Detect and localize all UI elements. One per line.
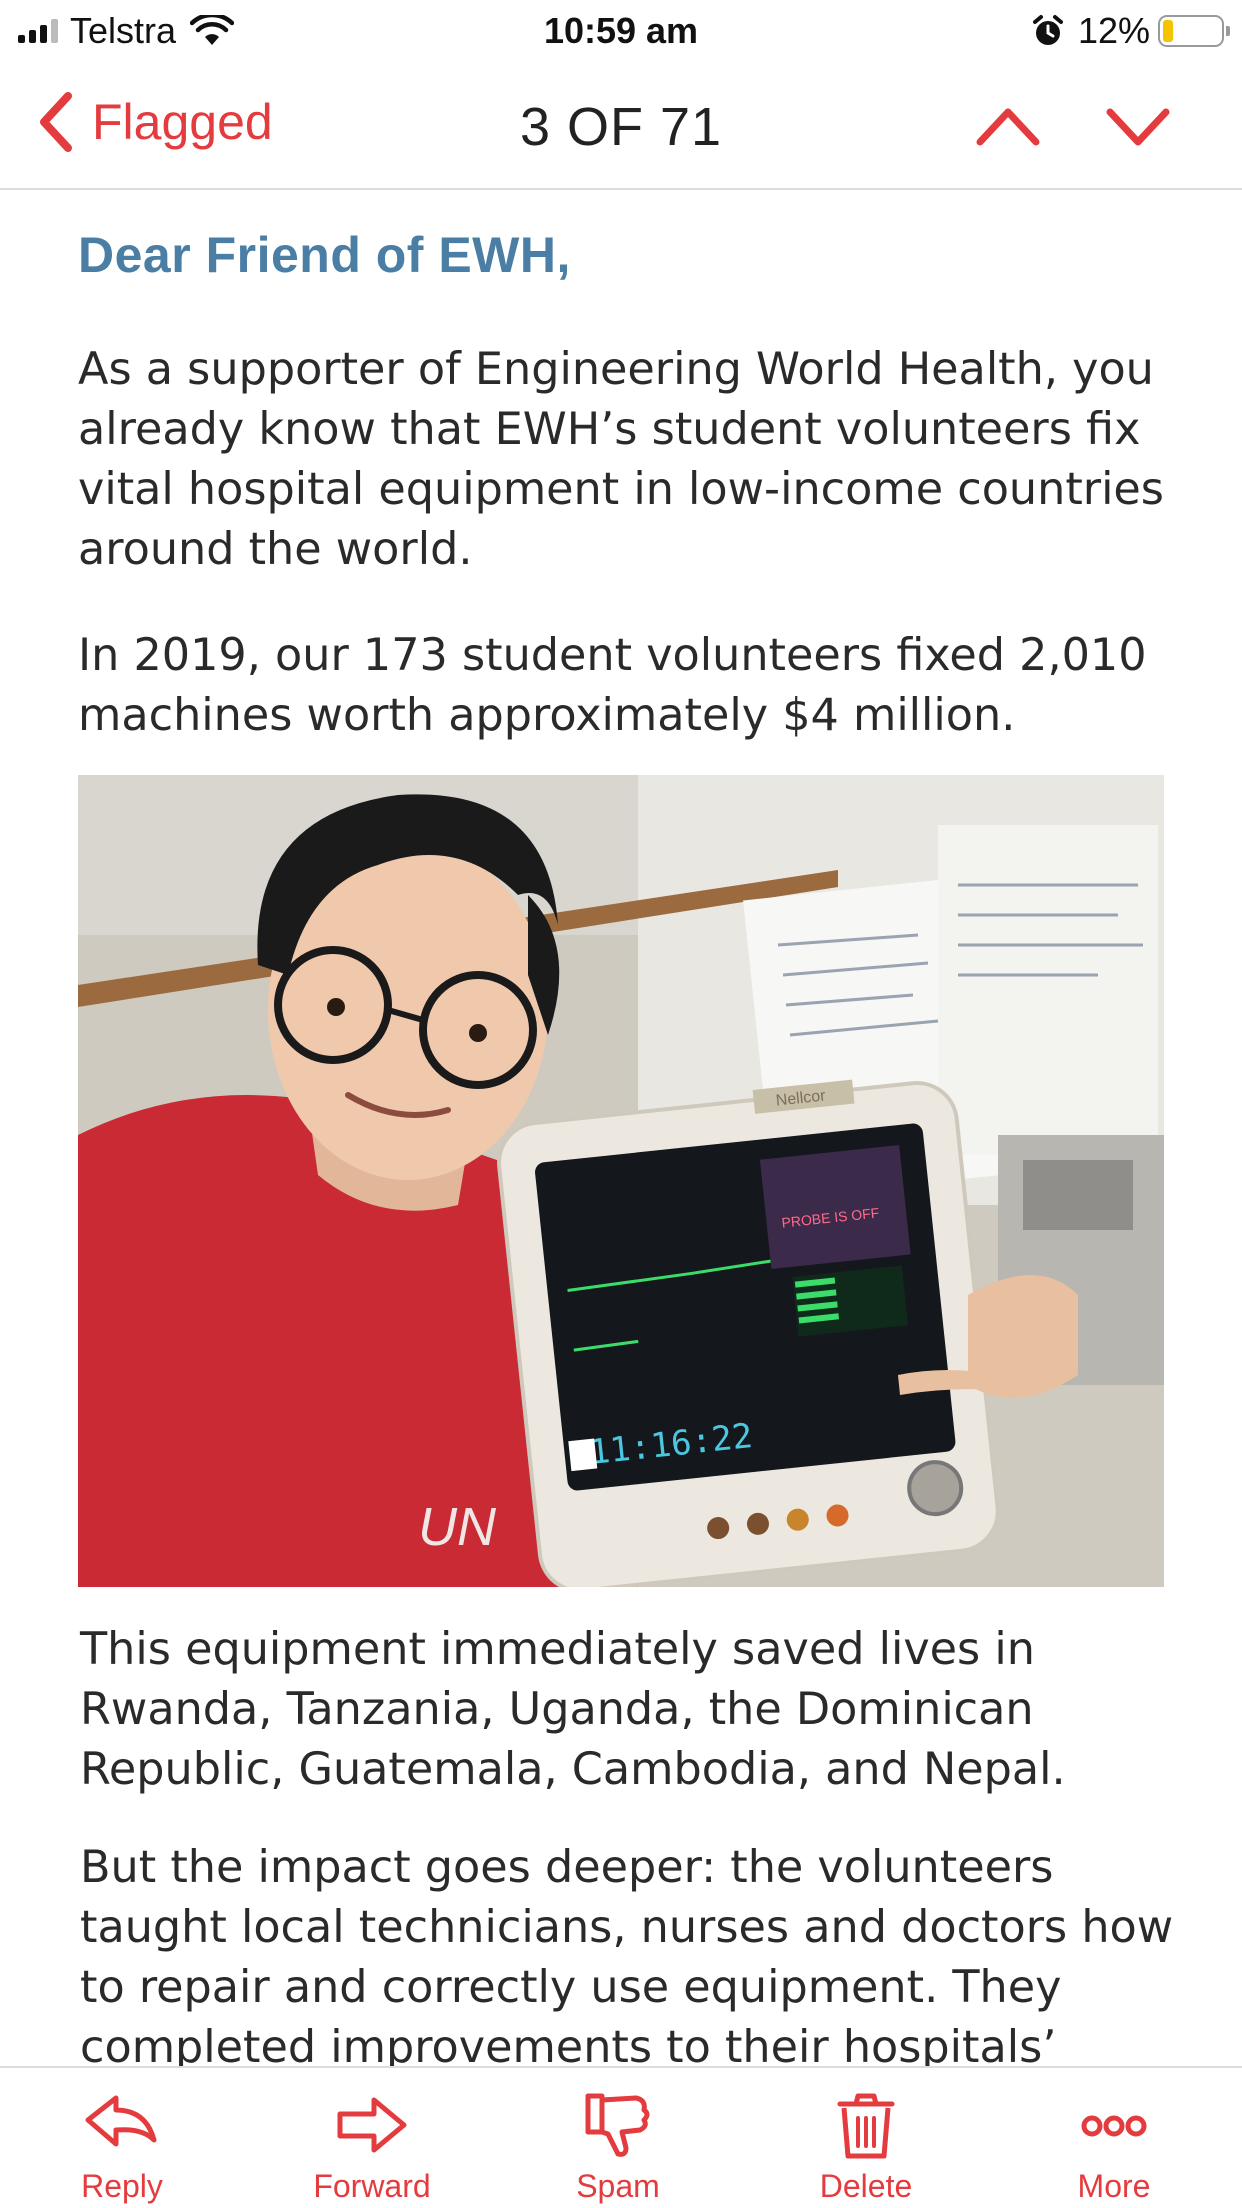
- reply-icon: [85, 2095, 157, 2147]
- email-paragraph: But the impact goes deeper: the voluntee…: [80, 1842, 1174, 2066]
- trash-icon: [837, 2093, 895, 2159]
- more-button[interactable]: More: [1024, 2090, 1204, 2205]
- email-paragraph: As a supporter of Engineering World Heal…: [78, 344, 1164, 575]
- chevron-down-icon[interactable]: [1106, 98, 1170, 154]
- status-right: 12%: [1032, 10, 1230, 52]
- email-paragraph: This equipment immediately saved lives i…: [80, 1624, 1066, 1795]
- message-counter: 3 OF 71: [519, 97, 723, 157]
- status-bar: Telstra 10:59 am 12%: [0, 0, 1242, 62]
- email-greeting: Dear Friend of EWH,: [78, 227, 571, 283]
- battery-icon: [1158, 15, 1230, 47]
- battery-percent: 12%: [1077, 10, 1150, 51]
- delete-button[interactable]: Delete: [776, 2090, 956, 2205]
- volunteer-photo-illustration: UN Nellcor PROBE IS OFF 11:16:22: [78, 775, 1164, 1587]
- delete-label: Delete: [819, 2168, 913, 2204]
- thumbs-down-icon: [585, 2093, 650, 2157]
- reply-label: Reply: [81, 2168, 163, 2204]
- forward-button[interactable]: Forward: [282, 2090, 462, 2205]
- more-dots-icon: [1081, 2115, 1147, 2137]
- shirt-text: UN: [418, 1497, 497, 1557]
- email-paragraph: In 2019, our 173 student volunteers fixe…: [78, 630, 1147, 741]
- spam-button[interactable]: Spam: [528, 2090, 708, 2205]
- volunteer-photo: UN Nellcor PROBE IS OFF 11:16:22: [78, 775, 1164, 1587]
- spam-label: Spam: [576, 2168, 660, 2204]
- reply-button[interactable]: Reply: [32, 2090, 212, 2205]
- battery-fill: [1163, 20, 1173, 42]
- mail-action-toolbar: Reply Forward Spam Delete More: [0, 2066, 1242, 2208]
- forward-label: Forward: [313, 2168, 431, 2204]
- more-label: More: [1077, 2168, 1151, 2204]
- alarm-icon: [1032, 15, 1063, 45]
- chevron-up-icon[interactable]: [976, 98, 1040, 154]
- email-body[interactable]: Dear Friend of EWH, As a supporter of En…: [0, 190, 1242, 2066]
- mail-nav-bar: Flagged 3 OF 71: [0, 62, 1242, 190]
- forward-icon: [337, 2097, 407, 2153]
